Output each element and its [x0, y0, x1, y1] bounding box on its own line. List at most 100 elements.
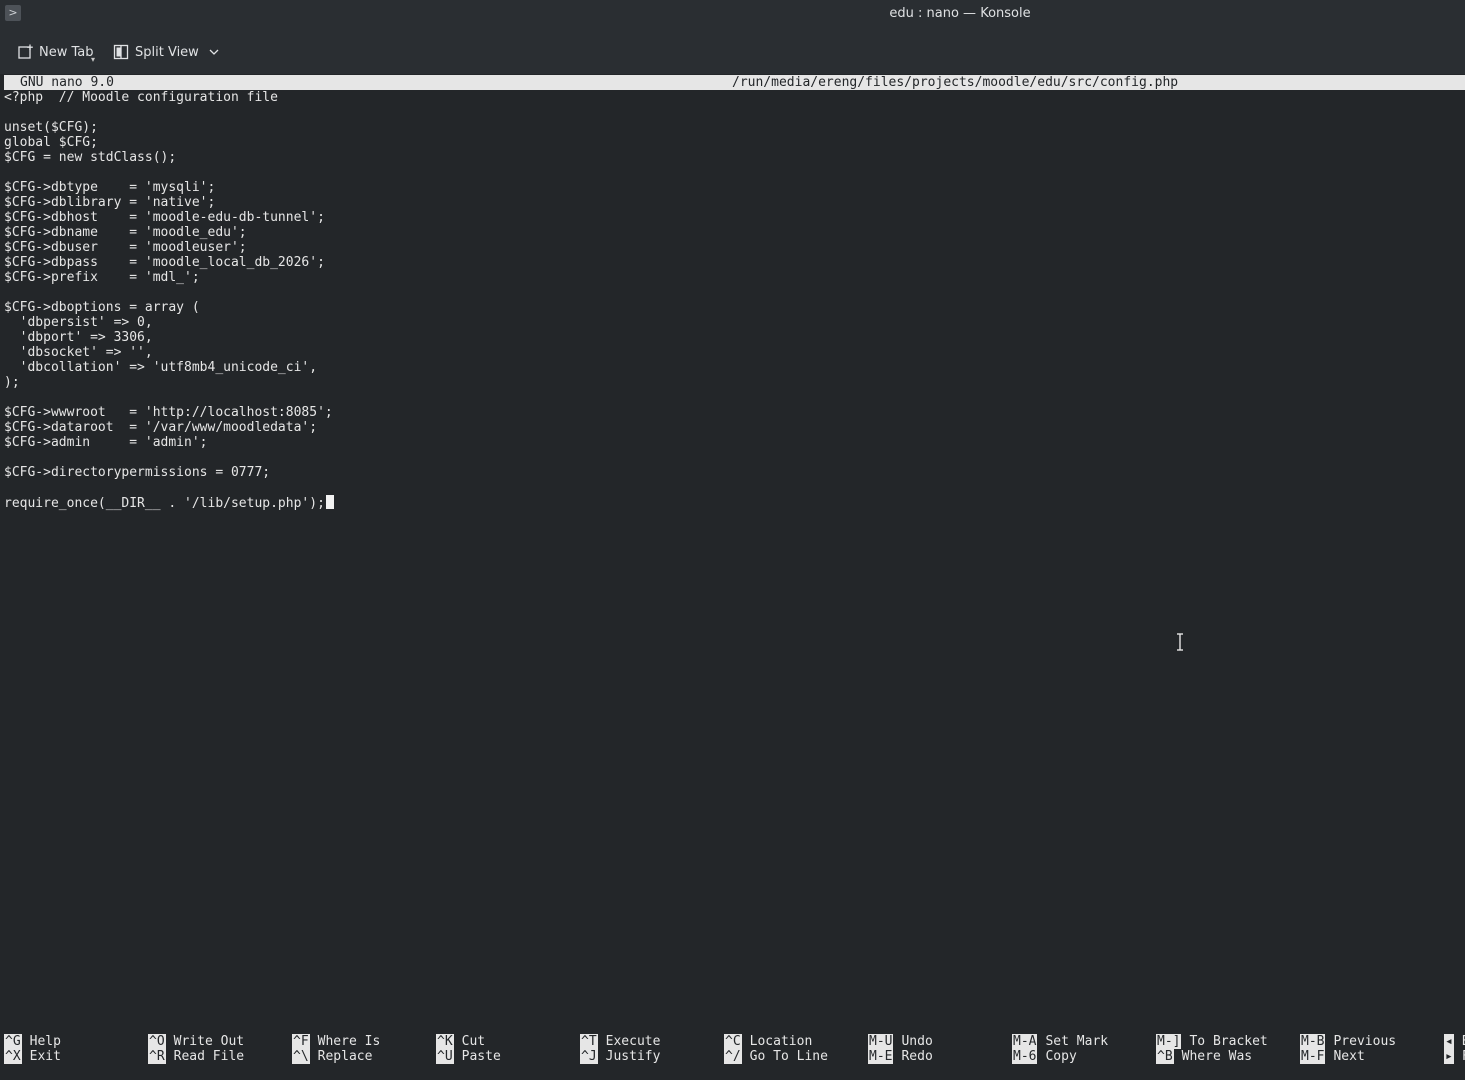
shortcut-key: ▸: [1444, 1049, 1454, 1064]
shortcut-key: ^O: [148, 1034, 166, 1049]
code-line[interactable]: <?php // Moodle configuration file: [4, 90, 1454, 105]
shortcut-key: ^J: [580, 1049, 598, 1064]
code-line[interactable]: 'dbsocket' => '',: [4, 345, 1454, 360]
shortcut-item[interactable]: ^K Cut: [436, 1034, 580, 1049]
shortcut-item[interactable]: M-A Set Mark: [1012, 1034, 1156, 1049]
shortcut-item[interactable]: ^F Where Is: [292, 1034, 436, 1049]
shortcut-item[interactable]: M-U Undo: [868, 1034, 1012, 1049]
nano-shortcut-bar: ^G Help ^O Write Out ^F Where Is ^K Cut ^T Execut…: [0, 1034, 1465, 1066]
code-line[interactable]: $CFG->dataroot = '/var/www/moodledata';: [4, 420, 1454, 435]
shortcut-key: ^U: [436, 1049, 454, 1064]
code-line-text: );: [4, 375, 20, 390]
shortcut-label: Justify: [605, 1049, 661, 1064]
editor-text-area[interactable]: <?php // Moodle configuration file unset(…: [4, 90, 1454, 511]
code-line-text: 'dbport' => 3306,: [4, 330, 153, 345]
shortcut-item[interactable]: ^O Write Out: [148, 1034, 292, 1049]
terminal-view[interactable]: GNU nano 9.0 /run/media/ereng/files/proj…: [0, 74, 1465, 1080]
shortcut-item[interactable]: ^G Help: [4, 1034, 148, 1049]
new-tab-button[interactable]: New Tab: [17, 42, 94, 62]
code-line-text: $CFG = new stdClass();: [4, 150, 177, 165]
text-caret: [325, 495, 334, 509]
shortcut-label: Previous: [1333, 1034, 1397, 1049]
text-cursor-icon: [1177, 633, 1183, 651]
code-line[interactable]: $CFG->dbname = 'moodle_edu';: [4, 225, 1454, 240]
code-line-text: 'dbsocket' => '',: [4, 345, 153, 360]
chevron-down-icon[interactable]: [209, 49, 219, 55]
shortcut-item[interactable]: ^T Execute: [580, 1034, 724, 1049]
shortcut-item[interactable]: ^U Paste: [436, 1049, 580, 1064]
shortcut-label: Write Out: [173, 1034, 245, 1049]
shortcut-label: Cut: [461, 1034, 486, 1049]
code-line-text: $CFG->dataroot = '/var/www/moodledata';: [4, 420, 318, 435]
code-line[interactable]: [4, 480, 1454, 495]
code-line[interactable]: );: [4, 375, 1454, 390]
code-line[interactable]: 'dbpersist' => 0,: [4, 315, 1454, 330]
shortcut-label: Next: [1333, 1049, 1365, 1064]
shortcut-key: ^C: [724, 1034, 742, 1049]
code-line[interactable]: $CFG->admin = 'admin';: [4, 435, 1454, 450]
shortcut-key: M-B: [1300, 1034, 1326, 1049]
code-line-text: $CFG->dbhost = 'moodle-edu-db-tunnel';: [4, 210, 325, 225]
shortcut-item[interactable]: ^/ Go To Line: [724, 1049, 868, 1064]
split-view-icon: [113, 44, 129, 60]
shortcut-item[interactable]: ▸F: [1444, 1049, 1465, 1064]
code-line[interactable]: require_once(__DIR__ . '/lib/setup.php')…: [4, 495, 1454, 511]
code-line[interactable]: [4, 450, 1454, 465]
code-line[interactable]: 'dbport' => 3306,: [4, 330, 1454, 345]
shortcut-label: Where Was: [1181, 1049, 1253, 1064]
konsole-toolbar: New Tab ▾ Split View: [0, 28, 1465, 74]
code-line[interactable]: $CFG->prefix = 'mdl_';: [4, 270, 1454, 285]
code-line-text: $CFG->admin = 'admin';: [4, 435, 208, 450]
code-line[interactable]: [4, 285, 1454, 300]
code-line[interactable]: $CFG->dbhost = 'moodle-edu-db-tunnel';: [4, 210, 1454, 225]
shortcut-item[interactable]: ◂B: [1444, 1034, 1465, 1049]
shortcut-item[interactable]: ^C Location: [724, 1034, 868, 1049]
shortcut-key: ^/: [724, 1049, 742, 1064]
shortcut-item[interactable]: M-] To Bracket: [1156, 1034, 1300, 1049]
code-line[interactable]: $CFG->dbpass = 'moodle_local_db_2026';: [4, 255, 1454, 270]
code-line-text: $CFG->dbtype = 'mysqli';: [4, 180, 216, 195]
shortcut-key: ^G: [4, 1034, 22, 1049]
code-line[interactable]: 'dbcollation' => 'utf8mb4_unicode_ci',: [4, 360, 1454, 375]
shortcut-item[interactable]: ^R Read File: [148, 1049, 292, 1064]
code-line[interactable]: $CFG->dblibrary = 'native';: [4, 195, 1454, 210]
shortcut-key: ◂: [1444, 1034, 1454, 1049]
new-tab-dropdown-icon[interactable]: ▾: [91, 55, 95, 64]
code-line[interactable]: $CFG->dboptions = array (: [4, 300, 1454, 315]
shortcut-label: Set Mark: [1045, 1034, 1109, 1049]
code-line-text: $CFG->dbuser = 'moodleuser';: [4, 240, 247, 255]
code-line[interactable]: $CFG->wwwroot = 'http://localhost:8085';: [4, 405, 1454, 420]
shortcut-key: M-U: [868, 1034, 894, 1049]
code-line[interactable]: [4, 105, 1454, 120]
shortcut-item[interactable]: ^J Justify: [580, 1049, 724, 1064]
shortcut-item[interactable]: M-6 Copy: [1012, 1049, 1156, 1064]
file-path: /run/media/ereng/files/projects/moodle/e…: [732, 75, 1179, 90]
shortcut-key: ^F: [292, 1034, 310, 1049]
shortcut-label: Where Is: [317, 1034, 381, 1049]
code-line[interactable]: [4, 390, 1454, 405]
code-line[interactable]: $CFG->directorypermissions = 0777;: [4, 465, 1454, 480]
code-line[interactable]: $CFG->dbuser = 'moodleuser';: [4, 240, 1454, 255]
shortcut-item[interactable]: ^B Where Was: [1156, 1049, 1300, 1064]
code-line[interactable]: global $CFG;: [4, 135, 1454, 150]
split-view-button[interactable]: Split View: [113, 42, 225, 62]
shortcut-key: ^R: [148, 1049, 166, 1064]
shortcut-label: Paste: [461, 1049, 501, 1064]
shortcut-key: M-F: [1300, 1049, 1326, 1064]
shortcut-label: Help: [29, 1034, 61, 1049]
shortcut-key: ^\: [292, 1049, 310, 1064]
code-line[interactable]: unset($CFG);: [4, 120, 1454, 135]
shortcut-item[interactable]: M-E Redo: [868, 1049, 1012, 1064]
window-titlebar[interactable]: > edu : nano — Konsole: [0, 0, 1465, 28]
shortcut-label: Read File: [173, 1049, 245, 1064]
shortcut-item[interactable]: ^\ Replace: [292, 1049, 436, 1064]
shortcut-item[interactable]: ^X Exit: [4, 1049, 148, 1064]
code-line[interactable]: $CFG = new stdClass();: [4, 150, 1454, 165]
code-line[interactable]: [4, 165, 1454, 180]
shortcut-label: Replace: [317, 1049, 373, 1064]
shortcut-item[interactable]: M-F Next: [1300, 1049, 1444, 1064]
shortcut-key: ^K: [436, 1034, 454, 1049]
shortcut-label: Go To Line: [749, 1049, 828, 1064]
code-line[interactable]: $CFG->dbtype = 'mysqli';: [4, 180, 1454, 195]
shortcut-item[interactable]: M-B Previous: [1300, 1034, 1444, 1049]
